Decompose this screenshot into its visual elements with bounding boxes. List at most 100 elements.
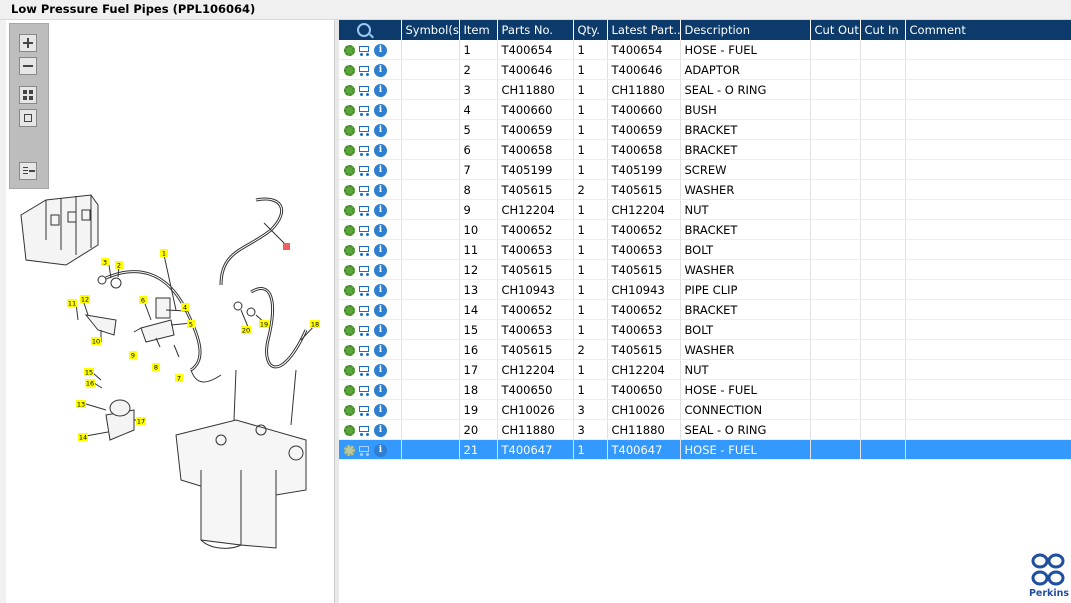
- callout[interactable]: 18: [310, 320, 320, 329]
- table-row[interactable]: i 14 T400652 1 T400652 BRACKET: [339, 299, 1071, 320]
- column-comment[interactable]: Comment: [905, 20, 1071, 40]
- table-row[interactable]: i 1 T400654 1 T400654 HOSE - FUEL: [339, 40, 1071, 60]
- table-row[interactable]: i 15 T400653 1 T400653 BOLT: [339, 319, 1071, 340]
- fit-page-icon[interactable]: [19, 86, 37, 104]
- callout[interactable]: 13: [76, 400, 86, 409]
- table-row[interactable]: i 7 T405199 1 T405199 SCREW: [339, 159, 1071, 180]
- callout[interactable]: 7: [175, 374, 183, 383]
- zoom-out-icon[interactable]: [19, 57, 37, 75]
- table-row[interactable]: i 17 CH12204 1 CH12204 NUT: [339, 359, 1071, 380]
- table-row[interactable]: i 5 T400659 1 T400659 BRACKET: [339, 119, 1071, 140]
- cart-icon[interactable]: [357, 265, 372, 276]
- gear-icon[interactable]: [344, 84, 355, 96]
- gear-icon[interactable]: [344, 104, 355, 116]
- table-row[interactable]: i 10 T400652 1 T400652 BRACKET: [339, 219, 1071, 240]
- gear-icon[interactable]: [344, 244, 355, 256]
- gear-icon[interactable]: [344, 184, 355, 196]
- cart-icon[interactable]: [357, 425, 372, 436]
- zoom-in-icon[interactable]: [19, 34, 37, 52]
- info-icon[interactable]: i: [374, 203, 387, 217]
- cart-icon[interactable]: [357, 405, 372, 416]
- table-row[interactable]: i 18 T400650 1 T400650 HOSE - FUEL: [339, 379, 1071, 400]
- info-icon[interactable]: i: [374, 43, 387, 57]
- gear-icon[interactable]: [344, 404, 355, 416]
- gear-icon[interactable]: [344, 364, 355, 376]
- info-icon[interactable]: i: [374, 303, 387, 317]
- cart-icon[interactable]: [357, 185, 372, 196]
- column-symbols[interactable]: Symbol(s): [401, 20, 460, 40]
- callout[interactable]: 10: [91, 337, 101, 346]
- cart-icon[interactable]: [357, 285, 372, 296]
- gear-icon[interactable]: [344, 384, 355, 396]
- table-row[interactable]: i 16 T405615 2 T405615 WASHER: [339, 339, 1071, 360]
- gear-icon[interactable]: [344, 304, 355, 316]
- cart-icon[interactable]: [357, 225, 372, 236]
- cart-icon[interactable]: [357, 205, 372, 216]
- callout[interactable]: 2: [115, 261, 123, 270]
- gear-icon[interactable]: [344, 124, 355, 136]
- illustration-pane[interactable]: 1 2 3 4 5 6 7 8 9 10 11 12 13 14 15 16 1…: [6, 20, 335, 603]
- callout[interactable]: 11: [67, 299, 77, 308]
- table-row[interactable]: i 11 T400653 1 T400653 BOLT: [339, 239, 1071, 260]
- table-row[interactable]: i 21 T400647 1 T400647 HOSE - FUEL: [339, 439, 1071, 460]
- info-icon[interactable]: i: [374, 383, 387, 397]
- info-icon[interactable]: i: [374, 243, 387, 257]
- cart-icon[interactable]: [357, 345, 372, 356]
- info-icon[interactable]: i: [374, 123, 387, 137]
- callout[interactable]: 1: [160, 249, 168, 258]
- cart-icon[interactable]: [357, 365, 372, 376]
- search-icon[interactable]: [357, 23, 371, 38]
- info-icon[interactable]: i: [374, 363, 387, 377]
- callout[interactable]: 8: [152, 363, 160, 372]
- callout[interactable]: 5: [187, 320, 195, 329]
- gear-icon[interactable]: [344, 204, 355, 216]
- search-column-header[interactable]: [339, 20, 402, 40]
- gear-icon[interactable]: [344, 264, 355, 276]
- callout[interactable]: 19: [259, 320, 269, 329]
- cart-icon[interactable]: [357, 245, 372, 256]
- gear-icon[interactable]: [344, 64, 355, 76]
- cart-icon[interactable]: [357, 85, 372, 96]
- column-latest-part[interactable]: Latest Part...: [607, 20, 681, 40]
- gear-icon[interactable]: [344, 224, 355, 236]
- table-row[interactable]: i 13 CH10943 1 CH10943 PIPE CLIP: [339, 279, 1071, 300]
- callout[interactable]: 6: [139, 296, 147, 305]
- table-row[interactable]: i 19 CH10026 3 CH10026 CONNECTION: [339, 399, 1071, 420]
- gear-icon[interactable]: [344, 44, 355, 56]
- cart-icon[interactable]: [357, 325, 372, 336]
- cart-icon[interactable]: [357, 305, 372, 316]
- table-row[interactable]: i 4 T400660 1 T400660 BUSH: [339, 99, 1071, 120]
- table-row[interactable]: i 20 CH11880 3 CH11880 SEAL - O RING: [339, 419, 1071, 440]
- gear-icon[interactable]: [344, 324, 355, 336]
- info-icon[interactable]: i: [374, 443, 387, 457]
- column-parts-no[interactable]: Parts No.: [497, 20, 574, 40]
- gear-icon[interactable]: [344, 164, 355, 176]
- info-icon[interactable]: i: [374, 323, 387, 337]
- info-icon[interactable]: i: [374, 143, 387, 157]
- callout[interactable]: 17: [136, 417, 146, 426]
- info-icon[interactable]: i: [374, 263, 387, 277]
- table-row[interactable]: i 6 T400658 1 T400658 BRACKET: [339, 139, 1071, 160]
- info-icon[interactable]: i: [374, 183, 387, 197]
- table-row[interactable]: i 12 T405615 1 T405615 WASHER: [339, 259, 1071, 280]
- cart-icon[interactable]: [357, 45, 372, 56]
- table-row[interactable]: i 8 T405615 2 T405615 WASHER: [339, 179, 1071, 200]
- column-item[interactable]: Item: [459, 20, 498, 40]
- callout[interactable]: 16: [85, 379, 95, 388]
- column-description[interactable]: Description: [680, 20, 811, 40]
- callout[interactable]: 4: [181, 303, 189, 312]
- cart-icon[interactable]: [357, 165, 372, 176]
- cart-icon[interactable]: [357, 145, 372, 156]
- gear-icon[interactable]: [344, 284, 355, 296]
- column-qty[interactable]: Qty.: [573, 20, 608, 40]
- callout[interactable]: 3: [101, 258, 109, 267]
- info-icon[interactable]: i: [374, 63, 387, 77]
- cart-icon[interactable]: [357, 445, 372, 456]
- info-icon[interactable]: i: [374, 163, 387, 177]
- fit-window-icon[interactable]: [19, 109, 37, 127]
- column-cut-out[interactable]: Cut Out: [810, 20, 861, 40]
- info-icon[interactable]: i: [374, 83, 387, 97]
- cart-icon[interactable]: [357, 385, 372, 396]
- callout[interactable]: 15: [84, 368, 94, 377]
- info-icon[interactable]: i: [374, 343, 387, 357]
